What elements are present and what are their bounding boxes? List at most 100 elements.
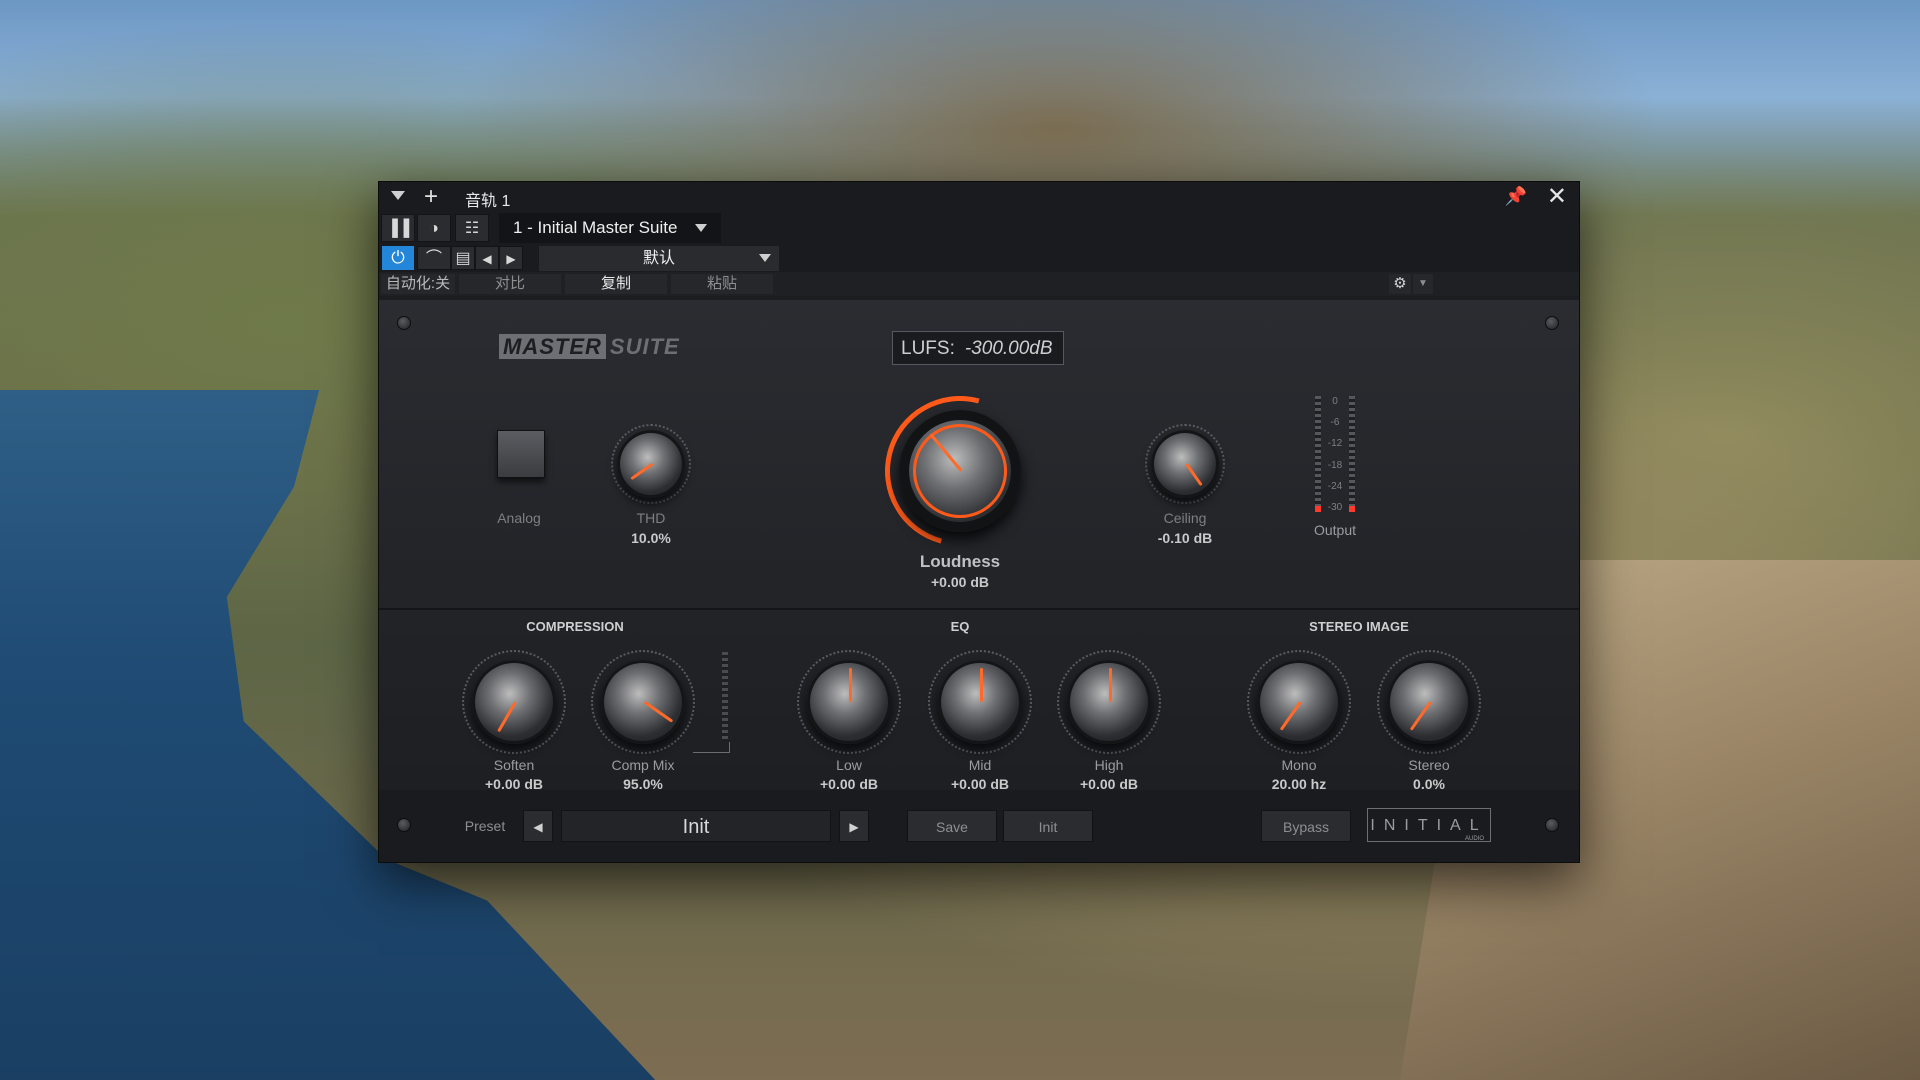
meter-scale-tick: -24	[1327, 481, 1343, 492]
soften-label: Soften	[493, 757, 535, 773]
close-icon[interactable]: ✕	[1547, 182, 1567, 211]
high-indicator	[1109, 668, 1112, 702]
ceiling-knob[interactable]	[1151, 430, 1219, 498]
clip-led	[1315, 506, 1321, 512]
analog-toggle[interactable]	[497, 430, 545, 478]
stereo-knob[interactable]	[1387, 660, 1471, 744]
mono-indicator	[1279, 701, 1302, 731]
edit-toolbar: 自动化:关 对比 复制 粘贴 ⚙ ▼	[379, 272, 1579, 296]
thd-knob[interactable]	[617, 430, 685, 498]
routing-icon[interactable]: ☷	[455, 214, 489, 242]
high-knob[interactable]	[1067, 660, 1151, 744]
stereo-indicator	[1409, 701, 1432, 731]
next-preset-icon[interactable]: ▶	[499, 246, 523, 270]
output-meter-right	[1349, 396, 1355, 512]
ceiling-value: -0.10 dB	[1157, 530, 1213, 546]
thd-indicator	[630, 462, 654, 481]
title-bar: + 音轨 1 📌 ✕	[379, 182, 1579, 210]
gear-icon[interactable]: ⚙	[1389, 274, 1411, 294]
loudness-value: +0.00 dB	[931, 574, 989, 590]
eq-title: EQ	[950, 619, 970, 634]
analog-label: Analog	[497, 510, 541, 526]
plugin-toolbar: ▐▐ ◑ ☷ 1 - Initial Master Suite	[379, 210, 1579, 244]
preset-label: Preset	[464, 818, 506, 834]
brand-text: INITIAL	[1370, 817, 1488, 834]
thd-value: 10.0%	[631, 530, 671, 546]
chevron-down-icon[interactable]: ▼	[1413, 274, 1433, 294]
ceiling-label: Ceiling	[1163, 510, 1207, 526]
mid-knob[interactable]	[938, 660, 1022, 744]
low-label: Low	[836, 757, 862, 773]
mid-indicator	[980, 668, 983, 702]
pin-icon[interactable]: 📌	[1505, 186, 1527, 207]
preset-name-field[interactable]: Init	[561, 810, 831, 842]
next-preset-icon[interactable]: ▶	[839, 810, 869, 842]
thd-label: THD	[636, 510, 666, 526]
init-button[interactable]: Init	[1003, 810, 1093, 842]
section-divider	[379, 608, 1579, 610]
add-icon[interactable]: +	[424, 183, 438, 211]
prev-preset-icon[interactable]: ◀	[523, 810, 553, 842]
stereo-label: Stereo	[1408, 757, 1450, 773]
screw-icon	[1545, 316, 1559, 330]
lufs-value: -300.00dB	[964, 338, 1053, 359]
soften-indicator	[497, 701, 517, 733]
window-title: 音轨 1	[465, 193, 511, 210]
high-label: High	[1094, 757, 1124, 773]
bypass-button[interactable]: Bypass	[1261, 810, 1351, 842]
clip-led	[1349, 506, 1355, 512]
compression-title: COMPRESSION	[526, 619, 624, 634]
lufs-readout: LUFS: -300.00dB	[892, 331, 1064, 365]
stereo-title: STEREO IMAGE	[1309, 619, 1409, 634]
loudness-knob[interactable]	[899, 410, 1021, 532]
logo-part-a: MASTER	[499, 334, 606, 359]
gain-reduction-bracket	[693, 742, 730, 753]
preset-dropdown[interactable]: 默认	[539, 246, 779, 271]
save-button[interactable]: Save	[907, 810, 997, 842]
chevron-down-icon	[695, 224, 707, 232]
copy-button[interactable]: 复制	[565, 274, 667, 294]
collapse-triangle-icon[interactable]	[391, 191, 405, 200]
meter-scale-tick: -12	[1327, 438, 1343, 449]
headphones-icon[interactable]: ⌒	[417, 246, 451, 270]
paste-button[interactable]: 粘贴	[671, 274, 773, 294]
compare-button[interactable]: 对比	[459, 274, 561, 294]
ceiling-indicator	[1185, 463, 1203, 487]
gain-reduction-meter	[722, 652, 728, 742]
output-meter-left	[1315, 396, 1321, 512]
soften-knob[interactable]	[472, 660, 556, 744]
logo-part-b: SUITE	[609, 334, 680, 359]
document-icon[interactable]: ▤	[451, 246, 475, 270]
compmix-knob[interactable]	[601, 660, 685, 744]
initial-audio-logo: INITIAL AUDIO	[1367, 808, 1491, 842]
low-knob[interactable]	[807, 660, 891, 744]
screw-icon	[397, 316, 411, 330]
brand-subtext: AUDIO	[1464, 836, 1484, 842]
dial-icon[interactable]: ◑	[417, 214, 451, 242]
loudness-label: Loudness	[919, 552, 1001, 571]
meter-scale-tick: -18	[1327, 460, 1343, 471]
low-indicator	[849, 668, 852, 702]
master-suite-logo: MASTER SUITE	[499, 334, 680, 360]
prev-preset-icon[interactable]: ◀	[475, 246, 499, 270]
power-icon[interactable]: ⏻	[382, 246, 414, 270]
meter-scale-tick: -30	[1327, 502, 1343, 513]
meter-scale-tick: -6	[1330, 417, 1340, 428]
preset-toolbar: ⏻ ⌒ ▤ ◀ ▶ 默认	[379, 244, 1579, 272]
compmix-label: Comp Mix	[611, 757, 675, 773]
columns-icon[interactable]: ▐▐	[381, 214, 415, 242]
screw-icon	[397, 818, 411, 832]
mid-label: Mid	[968, 757, 992, 773]
mono-knob[interactable]	[1257, 660, 1341, 744]
screw-icon	[1545, 818, 1559, 832]
output-label: Output	[1313, 522, 1357, 538]
compmix-indicator	[643, 700, 674, 723]
preset-dropdown-label: 默认	[642, 250, 675, 267]
chevron-down-icon	[759, 254, 771, 262]
plugin-selector[interactable]: 1 - Initial Master Suite	[499, 213, 721, 243]
mono-label: Mono	[1281, 757, 1317, 773]
meter-scale-tick: 0	[1332, 396, 1338, 407]
lufs-label: LUFS:	[901, 338, 955, 359]
plugin-selector-label: 1 - Initial Master Suite	[513, 218, 678, 237]
automation-button[interactable]: 自动化:关	[381, 274, 455, 294]
